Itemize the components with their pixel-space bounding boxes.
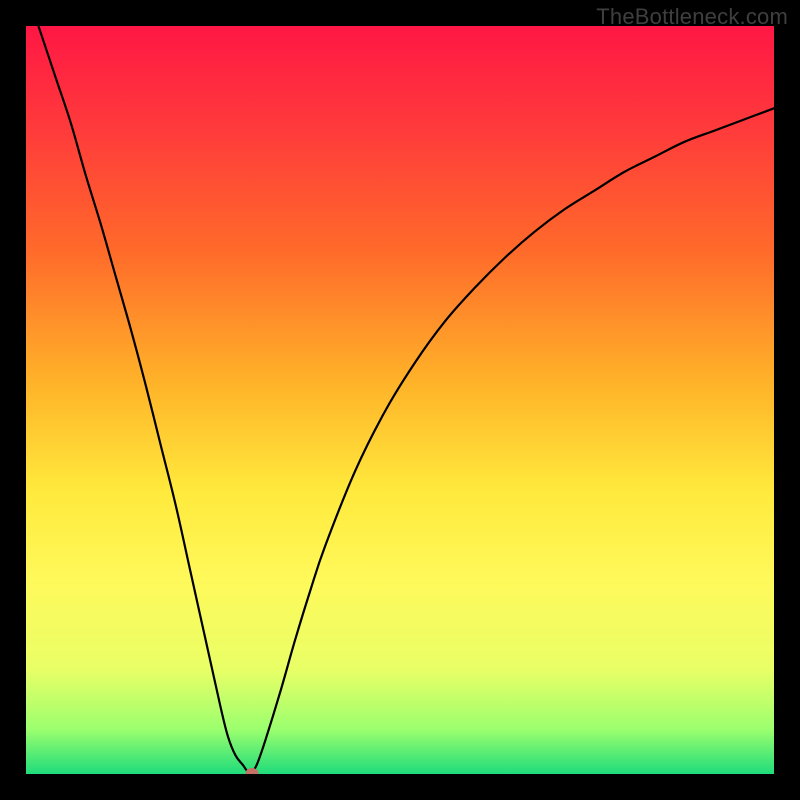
chart-frame: TheBottleneck.com [0, 0, 800, 800]
plot-area [26, 26, 774, 774]
optimum-marker [245, 768, 258, 775]
bottleneck-curve [26, 26, 774, 774]
watermark-text: TheBottleneck.com [596, 4, 788, 30]
